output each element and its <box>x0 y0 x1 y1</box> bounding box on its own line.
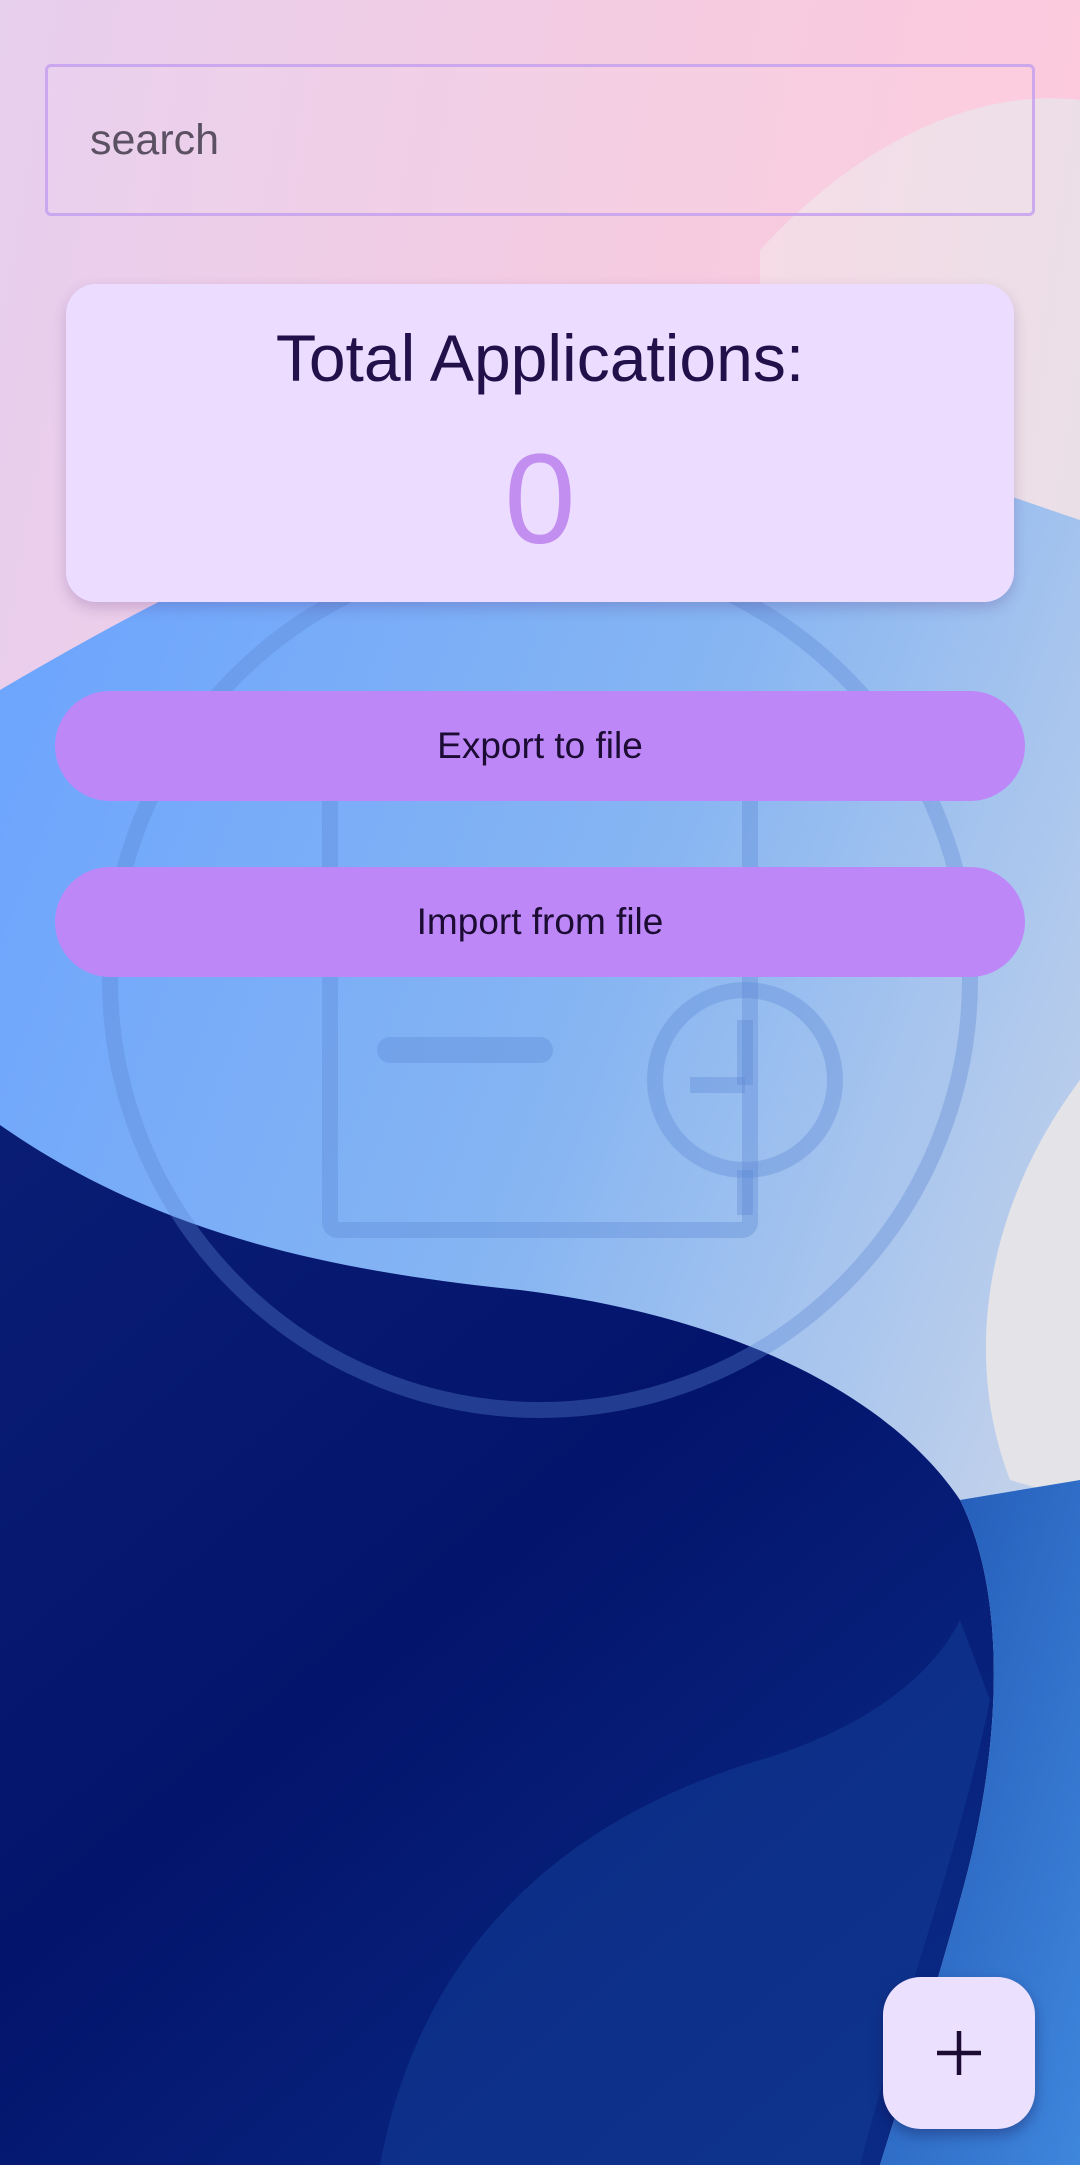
import-button-label: Import from file <box>416 901 664 942</box>
total-applications-label: Total Applications: <box>275 321 805 395</box>
search-input[interactable] <box>90 67 990 213</box>
import-from-file-button[interactable]: Import from file <box>55 867 1025 977</box>
add-application-fab[interactable] <box>883 1977 1035 2129</box>
plus-icon <box>937 2031 981 2075</box>
total-applications-count: 0 <box>504 428 576 571</box>
total-applications-card: Total Applications: 0 <box>66 284 1014 602</box>
app-screen: Total Applications: 0 Export to file Imp… <box>0 0 1080 2165</box>
search-field[interactable] <box>45 64 1035 216</box>
export-button-label: Export to file <box>437 725 643 766</box>
export-to-file-button[interactable]: Export to file <box>55 691 1025 801</box>
